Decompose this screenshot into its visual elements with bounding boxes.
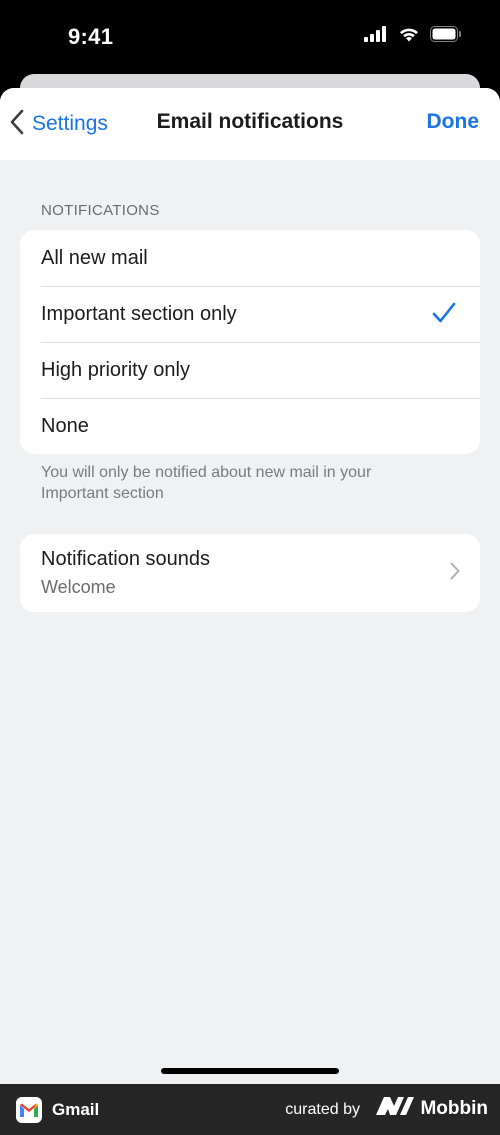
option-label: Important section only: [41, 302, 237, 325]
attribution-bar: Gmail curated by Mobbin: [0, 1084, 500, 1135]
mobbin-logo-icon: [376, 1097, 415, 1120]
notifications-section-header: NOTIFICATIONS: [41, 202, 160, 219]
option-label: All new mail: [41, 246, 148, 269]
chevron-right-icon: [450, 562, 460, 585]
mobbin-brand: Mobbin: [376, 1097, 488, 1120]
battery-icon: [430, 26, 462, 47]
option-all-new-mail[interactable]: All new mail: [20, 230, 480, 286]
status-bar: 9:41: [0, 0, 500, 80]
curated-by-label: curated by: [285, 1101, 360, 1118]
option-label: High priority only: [41, 358, 190, 381]
app-identity: Gmail: [16, 1097, 99, 1123]
app-name: Gmail: [52, 1100, 100, 1119]
status-time: 9:41: [68, 24, 114, 49]
done-button[interactable]: Done: [427, 110, 480, 134]
notification-sounds-value: Welcome: [41, 577, 116, 597]
notifications-footer-note: You will only be notified about new mail…: [41, 464, 372, 502]
settings-sheet: Settings Email notifications Done NOTIFI…: [0, 88, 500, 1084]
signal-icon: [364, 26, 388, 47]
wifi-icon: [398, 26, 420, 47]
notification-options-list: All new mail Important section only High…: [20, 230, 480, 454]
mobbin-name: Mobbin: [420, 1097, 488, 1119]
option-high-priority-only[interactable]: High priority only: [20, 342, 480, 398]
option-important-section-only[interactable]: Important section only: [20, 286, 480, 342]
option-none[interactable]: None: [20, 398, 480, 454]
notification-sounds-label: Notification sounds: [41, 548, 210, 570]
home-indicator: [161, 1068, 339, 1074]
page-title: Email notifications: [156, 110, 344, 133]
gmail-logo-icon: [16, 1097, 42, 1123]
notification-sounds-row[interactable]: Notification sounds Welcome: [20, 534, 480, 612]
option-label: None: [41, 414, 89, 437]
checkmark-icon: [432, 302, 456, 330]
navigation-bar: Settings Email notifications Done: [0, 88, 500, 160]
status-icons: [364, 26, 462, 47]
